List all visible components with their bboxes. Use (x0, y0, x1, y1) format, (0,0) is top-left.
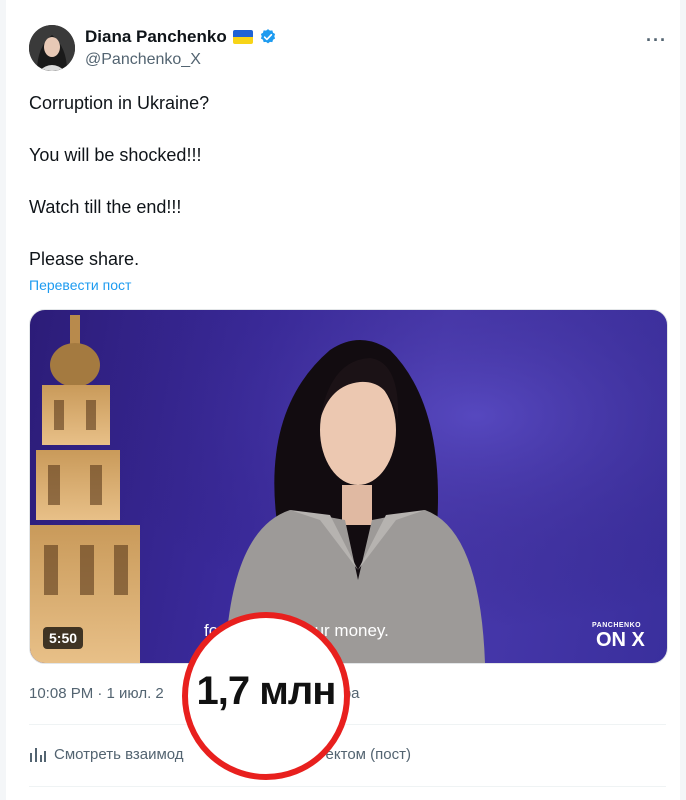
tweet-line: Corruption in Ukraine? (29, 93, 210, 113)
divider (29, 786, 666, 787)
tweet-line: You will be shocked!!! (29, 145, 202, 165)
tweet-card: Diana Panchenko @Panchenko_X ··· Corrupt… (6, 0, 680, 800)
video-frame (30, 310, 667, 663)
channel-logo-large: ON X (596, 629, 645, 651)
tweet-line: Please share. (29, 249, 140, 269)
tweet-text: Corruption in Ukraine? You will be shock… (29, 90, 209, 298)
verified-badge-icon (260, 29, 275, 44)
author-handle[interactable]: @Panchenko_X (85, 51, 201, 69)
tweet-line: Watch till the end!!! (29, 197, 182, 217)
avatar[interactable] (29, 25, 75, 71)
analytics-label-left: Смотреть взаимод (54, 745, 184, 763)
author-name[interactable]: Diana Panchenko (85, 27, 227, 47)
analytics-label-right: ектом (пост) (325, 745, 411, 763)
analytics-icon (30, 748, 46, 762)
video-duration: 5:50 (43, 627, 84, 649)
channel-logo-small: PANCHENKO (592, 622, 642, 629)
views-highlight-circle: 1,7 млн (182, 612, 350, 780)
divider (29, 724, 666, 725)
ukraine-flag-icon (232, 30, 253, 44)
author-name-row[interactable]: Diana Panchenko (85, 27, 277, 47)
more-options-icon[interactable]: ··· (646, 30, 667, 51)
video-player[interactable]: 5:50 fo ction, not your money. PANCHENKO… (29, 309, 668, 664)
translate-link[interactable]: Перевести пост (29, 277, 131, 293)
views-count: 1,7 млн (196, 668, 337, 713)
tweet-timestamp[interactable]: 10:08 PM · 1 июл. 2 (29, 685, 164, 702)
